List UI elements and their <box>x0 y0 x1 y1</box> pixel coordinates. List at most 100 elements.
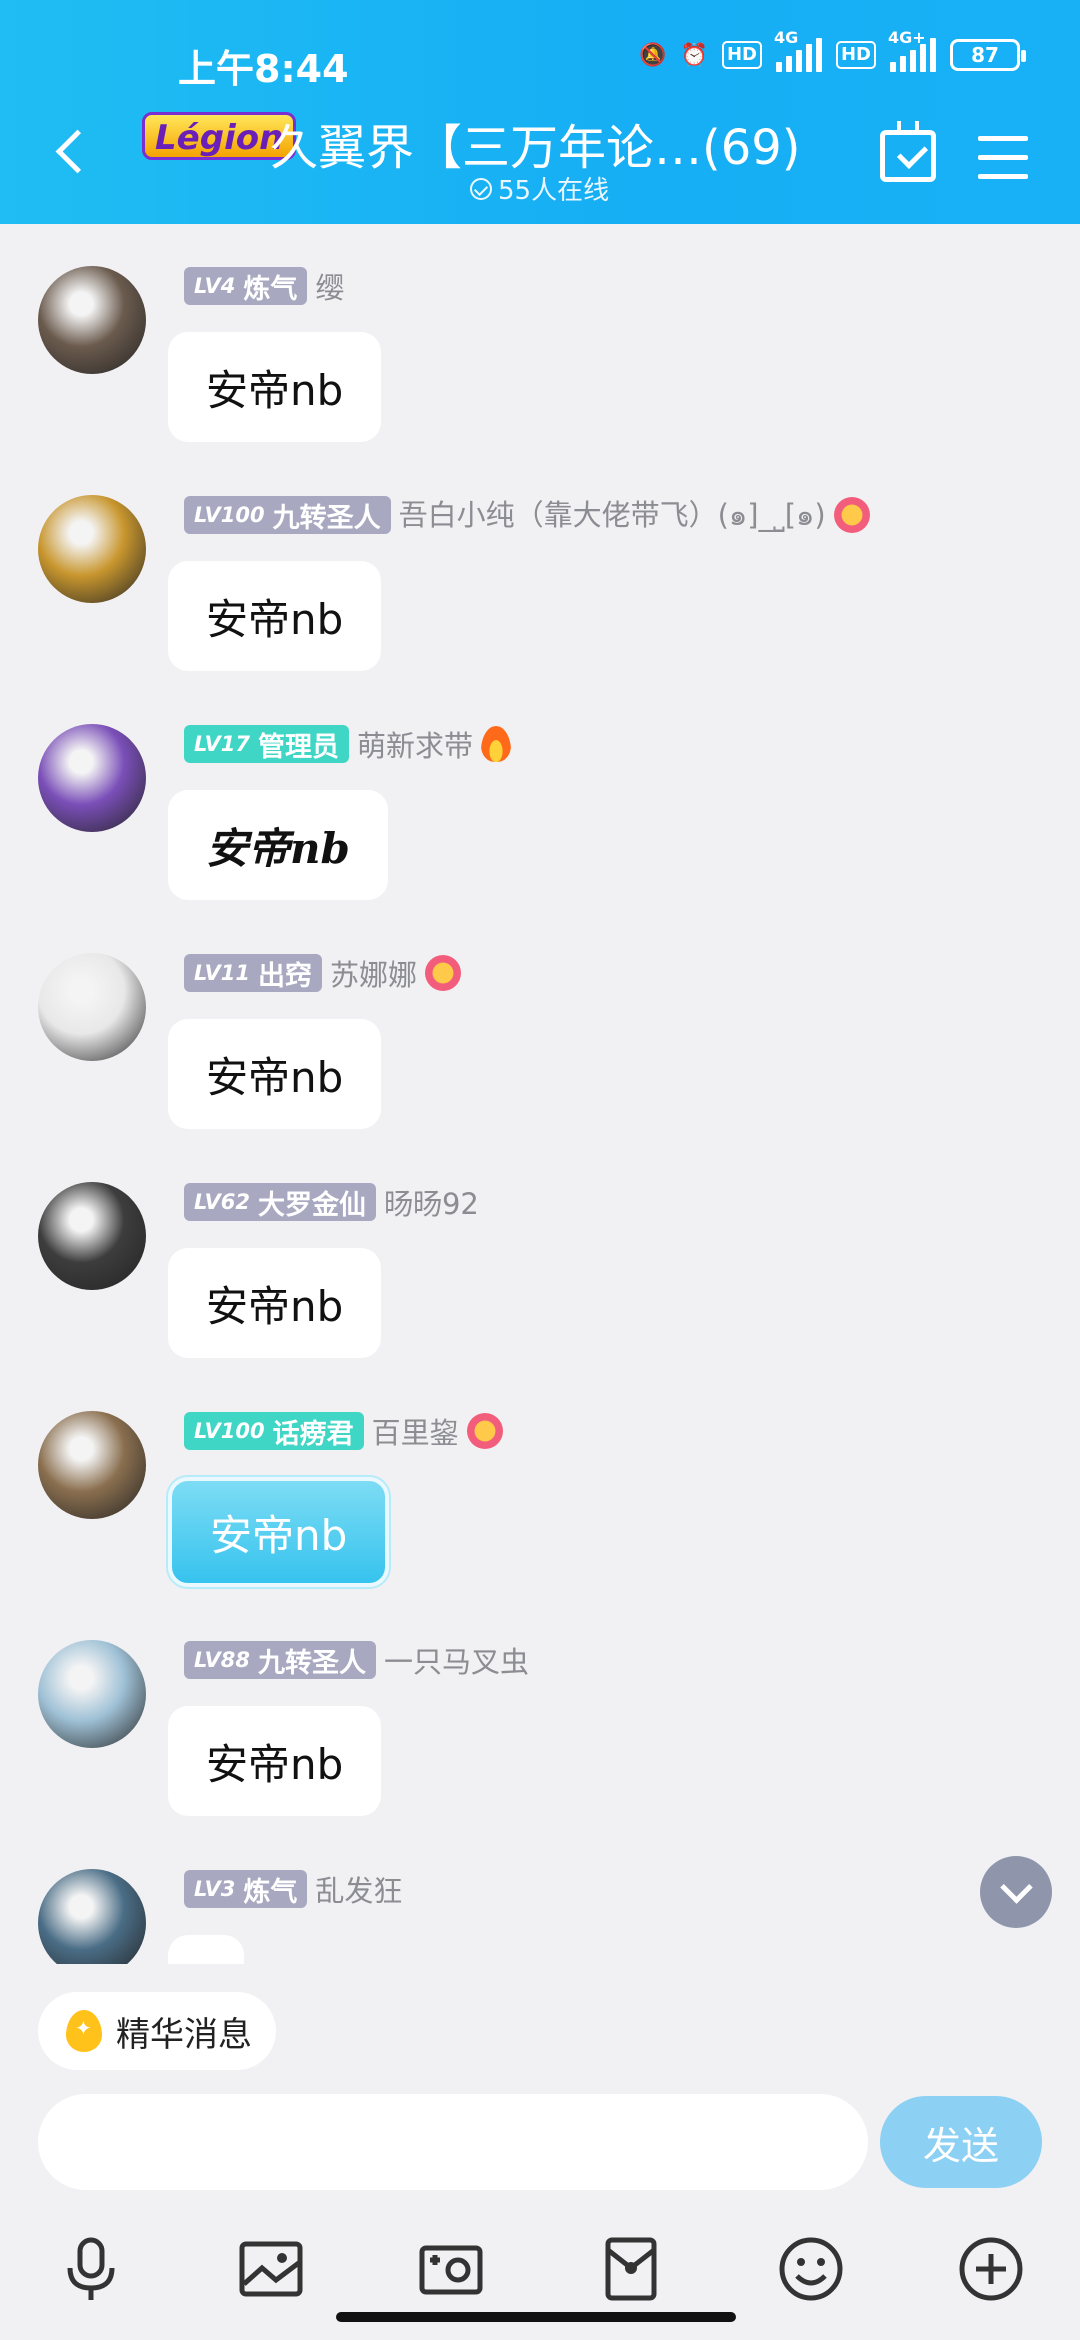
level-badge: LV62 大罗金仙 <box>184 1183 376 1221</box>
group-title[interactable]: 久翼界【三万年论…(69) <box>270 108 801 178</box>
sender-nickname[interactable]: 百里鋆 <box>372 1410 459 1452</box>
sender-nickname[interactable]: 一只马叉虫 <box>384 1639 529 1681</box>
avatar[interactable] <box>38 1182 146 1290</box>
send-button[interactable]: 发送 <box>880 2096 1042 2188</box>
sender-nickname[interactable]: 吾白小纯（靠大佬带飞）(๑]_⎵[๑) <box>399 492 826 538</box>
chat-header: 上午8:44 🔕 ⏰ HD 4G HD 4G+ 87 Légion 久翼界【三万… <box>0 0 1080 224</box>
camera-icon[interactable] <box>416 2234 486 2304</box>
message-input[interactable] <box>38 2094 868 2190</box>
avatar[interactable] <box>38 266 146 374</box>
message-bubble[interactable]: 安帝nb <box>168 1706 382 1816</box>
message-bubble[interactable]: 安帝nb <box>168 332 382 442</box>
rank-title: 大罗金仙 <box>257 1189 366 1221</box>
status-time: 上午8:44 <box>178 47 349 91</box>
sender-meta: LV3 炼气 乱发狂 <box>184 1869 402 1909</box>
level-number: LV3 <box>194 1877 236 1901</box>
message-bubble[interactable]: 安帝nb <box>168 1019 382 1129</box>
level-number: LV100 <box>194 1419 265 1443</box>
sender-meta: LV17 管理员 萌新求带 <box>184 724 511 764</box>
image-icon[interactable] <box>236 2234 306 2304</box>
message-row: LV88 九转圣人 一只马叉虫 安帝nb <box>0 1598 1080 1827</box>
back-button[interactable] <box>48 126 98 186</box>
online-count: 55人在线 <box>470 170 609 207</box>
rank-title: 出窍 <box>257 960 312 992</box>
level-number: LV11 <box>194 961 250 985</box>
level-badge: LV11 出窍 <box>184 954 322 992</box>
message-row: LV100 话痨君 百里鋆安帝nb <box>0 1369 1080 1598</box>
message-bubble[interactable]: 安帝nb <box>168 1248 382 1358</box>
level-badge: LV88 九转圣人 <box>184 1641 376 1679</box>
sender-meta: LV11 出窍 苏娜娜 <box>184 953 461 993</box>
sender-meta: LV100 话痨君 百里鋆 <box>184 1411 503 1451</box>
essence-icon <box>66 2010 102 2052</box>
sender-meta: LV4 炼气缨 <box>184 266 344 306</box>
level-number: LV4 <box>194 274 236 298</box>
signal-icon: 4G <box>774 28 822 72</box>
level-badge: LV17 管理员 <box>184 725 349 763</box>
battery-icon: 87 <box>950 39 1026 71</box>
calendar-check-icon[interactable] <box>880 121 936 182</box>
rank-title: 九转圣人 <box>257 1647 366 1679</box>
message-row: LV62 大罗金仙 旸旸92 安帝nb <box>0 1140 1080 1369</box>
level-badge: LV4 炼气 <box>184 267 308 305</box>
menu-icon[interactable] <box>978 136 1028 180</box>
message-bubble[interactable]: 安帝nb <box>168 1477 390 1587</box>
avatar[interactable] <box>38 724 146 832</box>
status-bar: 上午8:44 🔕 ⏰ HD 4G HD 4G+ 87 <box>0 28 1080 91</box>
essence-messages-button[interactable]: 精华消息 <box>38 1992 276 2070</box>
rank-title: 炼气 <box>243 273 298 305</box>
message-bubble[interactable]: 安帝nb <box>168 561 382 671</box>
fire-icon <box>480 726 511 762</box>
microphone-icon[interactable] <box>56 2234 126 2304</box>
rank-title: 话痨君 <box>272 1418 354 1450</box>
hd-icon: HD <box>721 41 762 69</box>
input-toolbar <box>0 2234 1080 2314</box>
flower-badge-icon <box>833 497 870 533</box>
rank-title: 九转圣人 <box>272 502 381 534</box>
avatar[interactable] <box>38 953 146 1061</box>
avatar[interactable] <box>38 1411 146 1519</box>
composer-area: 精华消息 发送 <box>0 1964 1080 2340</box>
home-indicator[interactable] <box>336 2312 736 2322</box>
red-packet-icon[interactable] <box>596 2234 666 2304</box>
level-number: LV17 <box>194 732 250 756</box>
emoji-icon[interactable] <box>776 2234 846 2304</box>
plus-icon[interactable] <box>956 2234 1026 2304</box>
message-row: LV3 炼气 乱发狂 <box>0 1827 1080 1964</box>
sender-meta: LV88 九转圣人 一只马叉虫 <box>184 1640 529 1680</box>
signal-icon-2: 4G+ <box>888 28 936 72</box>
rank-title: 炼气 <box>243 1876 298 1908</box>
avatar[interactable] <box>38 1869 146 1964</box>
message-row: LV4 炼气缨安帝nb <box>0 224 1080 453</box>
flower-badge-icon <box>424 955 461 991</box>
check-circle-icon <box>470 177 492 200</box>
sender-meta: LV62 大罗金仙 旸旸92 <box>184 1182 479 1222</box>
level-badge: LV3 炼气 <box>184 1870 308 1908</box>
mute-bell-icon: 🔕 <box>639 42 667 68</box>
sender-nickname[interactable]: 萌新求带 <box>357 723 473 765</box>
avatar[interactable] <box>38 1640 146 1748</box>
sender-nickname[interactable]: 苏娜娜 <box>330 952 417 994</box>
hd-icon-2: HD <box>835 41 876 69</box>
level-number: LV100 <box>194 503 265 527</box>
sender-meta: LV100 九转圣人 吾白小纯（靠大佬带飞）(๑]_⎵[๑) <box>184 495 870 535</box>
level-number: LV88 <box>194 1648 250 1672</box>
sender-nickname[interactable]: 旸旸92 <box>384 1181 479 1223</box>
message-row: LV100 九转圣人 吾白小纯（靠大佬带飞）(๑]_⎵[๑) 安帝nb <box>0 453 1080 682</box>
flower-badge-icon <box>466 1413 503 1449</box>
level-badge: LV100 九转圣人 <box>184 496 391 534</box>
scroll-to-bottom-button[interactable] <box>980 1856 1052 1928</box>
rank-title: 管理员 <box>257 731 339 763</box>
status-icons: 🔕 ⏰ HD 4G HD 4G+ 87 <box>639 28 1026 72</box>
alarm-icon: ⏰ <box>680 42 708 68</box>
avatar[interactable] <box>38 495 146 603</box>
message-row: LV11 出窍 苏娜娜安帝nb <box>0 911 1080 1140</box>
message-bubble[interactable] <box>168 1935 244 1964</box>
level-badge: LV100 话痨君 <box>184 1412 364 1450</box>
sender-nickname[interactable]: 缨 <box>315 265 344 307</box>
message-list[interactable]: LV4 炼气缨安帝nb LV100 九转圣人 吾白小纯（靠大佬带飞）(๑]_⎵[๑) 安帝… <box>0 224 1080 1964</box>
sender-nickname[interactable]: 乱发狂 <box>315 1868 402 1910</box>
level-number: LV62 <box>194 1190 250 1214</box>
message-bubble[interactable]: 安帝nb <box>168 790 388 900</box>
message-row: LV17 管理员 萌新求带安帝nb <box>0 682 1080 911</box>
